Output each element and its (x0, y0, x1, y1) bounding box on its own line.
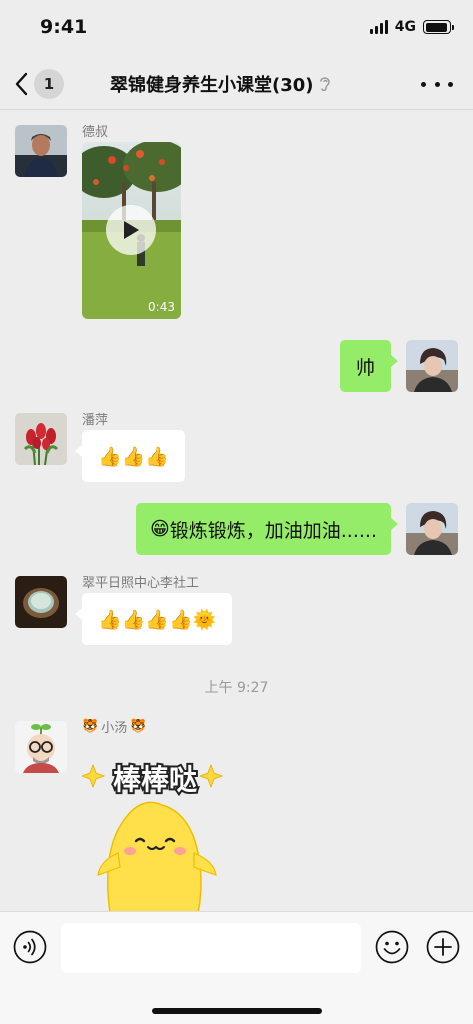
status-indicators: 4G (369, 19, 454, 35)
message-text: 锻炼锻炼，加油加油...... (169, 519, 377, 542)
message-text: 帅 (355, 356, 375, 379)
message-bubble[interactable]: 👍👍👍 (75, 430, 185, 482)
chevron-left-icon (15, 72, 28, 96)
plus-icon[interactable] (426, 930, 460, 964)
back-button[interactable]: 1 (14, 68, 74, 100)
unread-count-badge: 1 (34, 69, 64, 99)
sender-name: 小汤 (101, 721, 128, 736)
tiger-emoji: 🐯 (82, 719, 99, 734)
avatar[interactable] (15, 125, 67, 177)
sender-row: 🐯 小汤 🐯 (82, 717, 146, 736)
self-avatar[interactable] (406, 503, 458, 555)
chat-title: 翠锦健身养生小课堂(30) (110, 75, 314, 96)
avatar[interactable] (15, 721, 67, 773)
sender-name: 潘萍 (82, 413, 109, 428)
signal-icon (369, 20, 388, 34)
emoji-icon[interactable] (375, 930, 409, 964)
avatar[interactable] (15, 413, 67, 465)
message-bubble[interactable]: 👍👍👍👍🌞 (74, 593, 233, 645)
nav-bar: 1 翠锦健身养生小课堂(30) (0, 58, 473, 110)
sticker-text: 棒棒哒 (113, 763, 197, 796)
chat-area[interactable]: 德叔 0:43 帅 潘萍 👍👍👍 😁 锻炼锻炼，加油加油...... 翠平日照中… (0, 111, 473, 914)
network-label: 4G (394, 19, 416, 35)
sticker-image[interactable]: 棒棒哒 (80, 743, 232, 914)
avatar[interactable] (15, 576, 67, 628)
status-bar: 9:41 4G (0, 0, 473, 58)
message-emojis: 👍👍👍👍🌞 (98, 608, 217, 631)
message-bubble[interactable]: 帅 (339, 340, 399, 392)
ear-muted-icon (318, 74, 332, 94)
voice-icon[interactable] (13, 930, 47, 964)
time-separator: 上午 9:27 (204, 680, 269, 696)
video-message[interactable]: 0:43 (82, 142, 181, 319)
chat-title-wrap: 翠锦健身养生小课堂(30) (110, 71, 380, 97)
video-duration: 0:43 (148, 300, 175, 314)
home-indicator (152, 1008, 322, 1014)
more-dots-icon[interactable] (421, 72, 453, 96)
input-bar (0, 911, 473, 1024)
message-bubble[interactable]: 😁 锻炼锻炼，加油加油...... (135, 503, 399, 555)
sender-name: 翠平日照中心李社工 (82, 576, 200, 591)
play-icon[interactable] (106, 205, 156, 255)
tiger-emoji: 🐯 (130, 719, 147, 734)
self-avatar[interactable] (406, 340, 458, 392)
message-input[interactable] (61, 923, 361, 973)
grin-emoji: 😁 (149, 518, 170, 540)
sender-name: 德叔 (82, 125, 109, 140)
battery-icon (423, 20, 454, 34)
status-time: 9:41 (40, 16, 88, 38)
message-emojis: 👍👍👍 (98, 445, 169, 468)
